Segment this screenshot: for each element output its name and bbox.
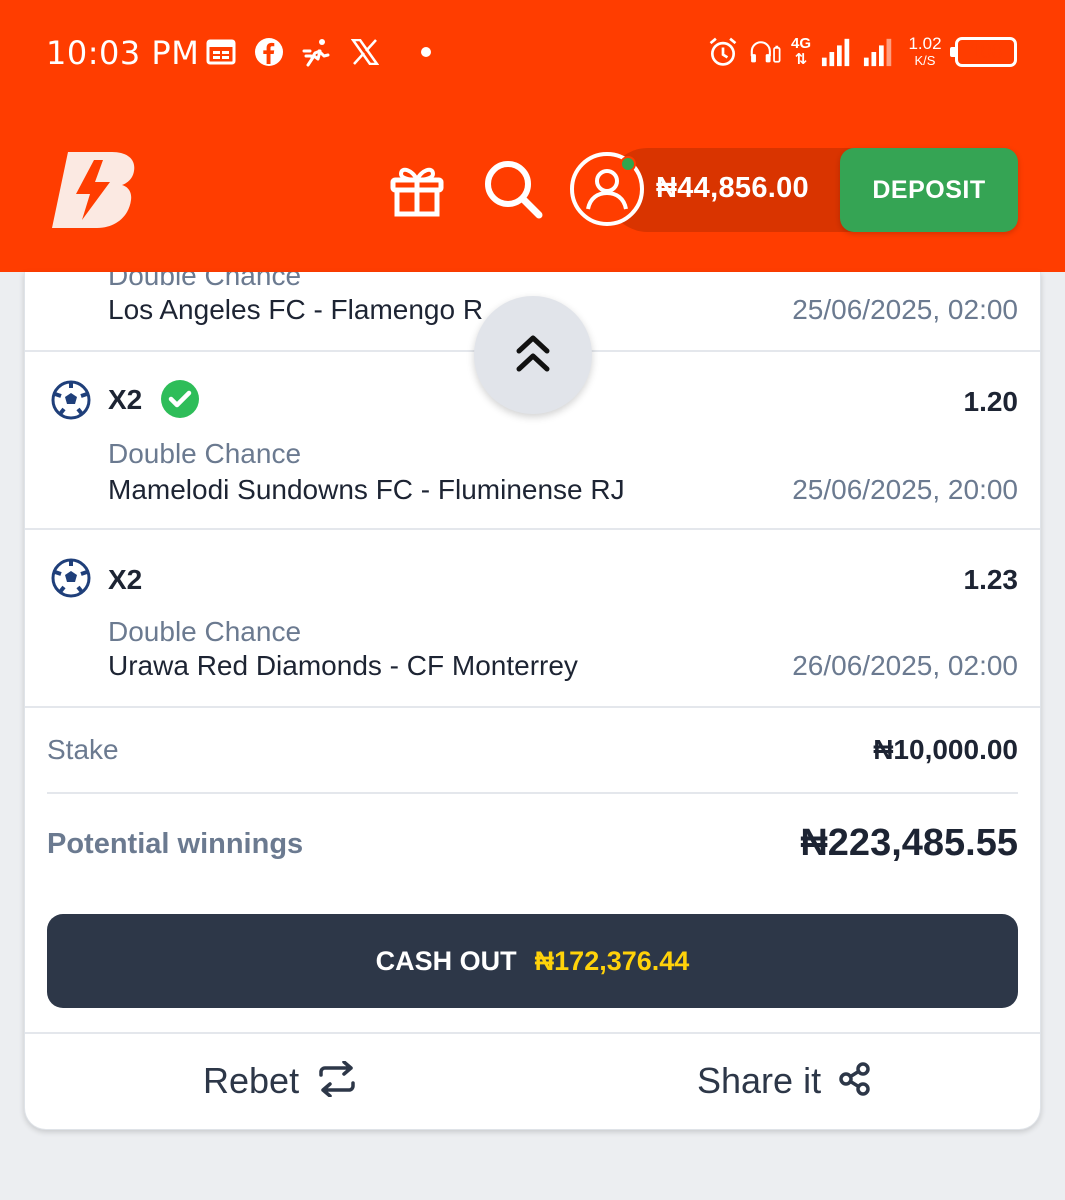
signal-icon-2 [863, 36, 895, 68]
network-speed: 1.02 K/S [908, 34, 942, 68]
selection-odds: 1.20 [963, 386, 1019, 417]
battery-icon: 100 [950, 37, 1017, 67]
repeat-icon [317, 1059, 357, 1102]
check-icon [161, 380, 199, 418]
selection-market: Double Chance [108, 438, 302, 469]
gift-icon[interactable] [388, 160, 446, 218]
status-bar: 10:03 PM 4G ⇅ 1.02 K/S 100 [0, 0, 1065, 110]
deposit-button[interactable]: DEPOSIT [840, 148, 1018, 232]
account-area: ₦44,856.00 DEPOSIT [570, 148, 1020, 232]
selection-pick: X2 [108, 384, 143, 415]
share-button[interactable]: Share it [697, 1060, 871, 1102]
selection-match: Urawa Red Diamonds - CF Monterrey [108, 650, 578, 681]
alarm-icon [707, 36, 739, 68]
selection-pick: X2 [108, 564, 143, 595]
system-icons: 4G ⇅ 1.02 K/S 100 [707, 32, 1017, 72]
online-status-dot [620, 156, 636, 172]
notification-icons [205, 34, 431, 70]
soccer-ball-icon [51, 558, 91, 598]
balance-amount[interactable]: ₦44,856.00 [656, 172, 809, 205]
selection-match: Los Angeles FC - Flamengo R [108, 294, 484, 325]
logo[interactable] [50, 150, 140, 230]
potential-winnings-label: Potential winnings [47, 828, 304, 860]
divider [25, 1032, 1040, 1034]
search-icon[interactable] [482, 158, 544, 220]
activity-icon [301, 36, 333, 68]
facebook-icon [253, 36, 285, 68]
signal-icon [821, 36, 853, 68]
selection-kickoff: 25/06/2025, 02:00 [792, 294, 1018, 325]
selection-match: Mamelodi Sundowns FC - Fluminense RJ [108, 474, 625, 505]
cash-out-label: CASH OUT [375, 945, 517, 976]
rebet-label: Rebet [203, 1060, 300, 1101]
potential-winnings-value: ₦223,485.55 [800, 822, 1018, 864]
status-time: 10:03 PM [46, 34, 200, 72]
rebet-button[interactable]: Rebet [203, 1059, 357, 1102]
divider [47, 792, 1018, 794]
chevron-double-up-icon [515, 333, 551, 378]
selection-row: X2 1.23 Double Chance Urawa Red Diamonds… [25, 530, 1040, 708]
soccer-ball-icon [51, 380, 91, 420]
cash-out-amount: ₦172,376.44 [534, 945, 690, 976]
share-label: Share it [697, 1060, 822, 1101]
selection-kickoff: 26/06/2025, 02:00 [792, 650, 1018, 681]
network-type: 4G ⇅ [790, 35, 811, 68]
selection-kickoff: 25/06/2025, 20:00 [792, 474, 1018, 505]
headset-icon [749, 36, 781, 68]
share-icon [839, 1061, 871, 1101]
app-header: ₦44,856.00 DEPOSIT [0, 110, 1065, 272]
calendar-icon [205, 36, 237, 68]
selection-market: Double Chance [108, 616, 302, 647]
stake-label: Stake [47, 734, 119, 765]
selection-market: Double Chance [108, 272, 302, 291]
cash-out-button[interactable]: CASH OUT ₦172,376.44 [47, 914, 1018, 1008]
bet-ticket-card: Double Chance Los Angeles FC - Flamengo … [24, 272, 1041, 1130]
x-icon [349, 36, 381, 68]
more-notifications-dot [421, 47, 431, 57]
stake-value: ₦10,000.00 [873, 734, 1018, 765]
selection-odds: 1.23 [963, 564, 1019, 595]
collapse-button[interactable] [474, 296, 592, 414]
